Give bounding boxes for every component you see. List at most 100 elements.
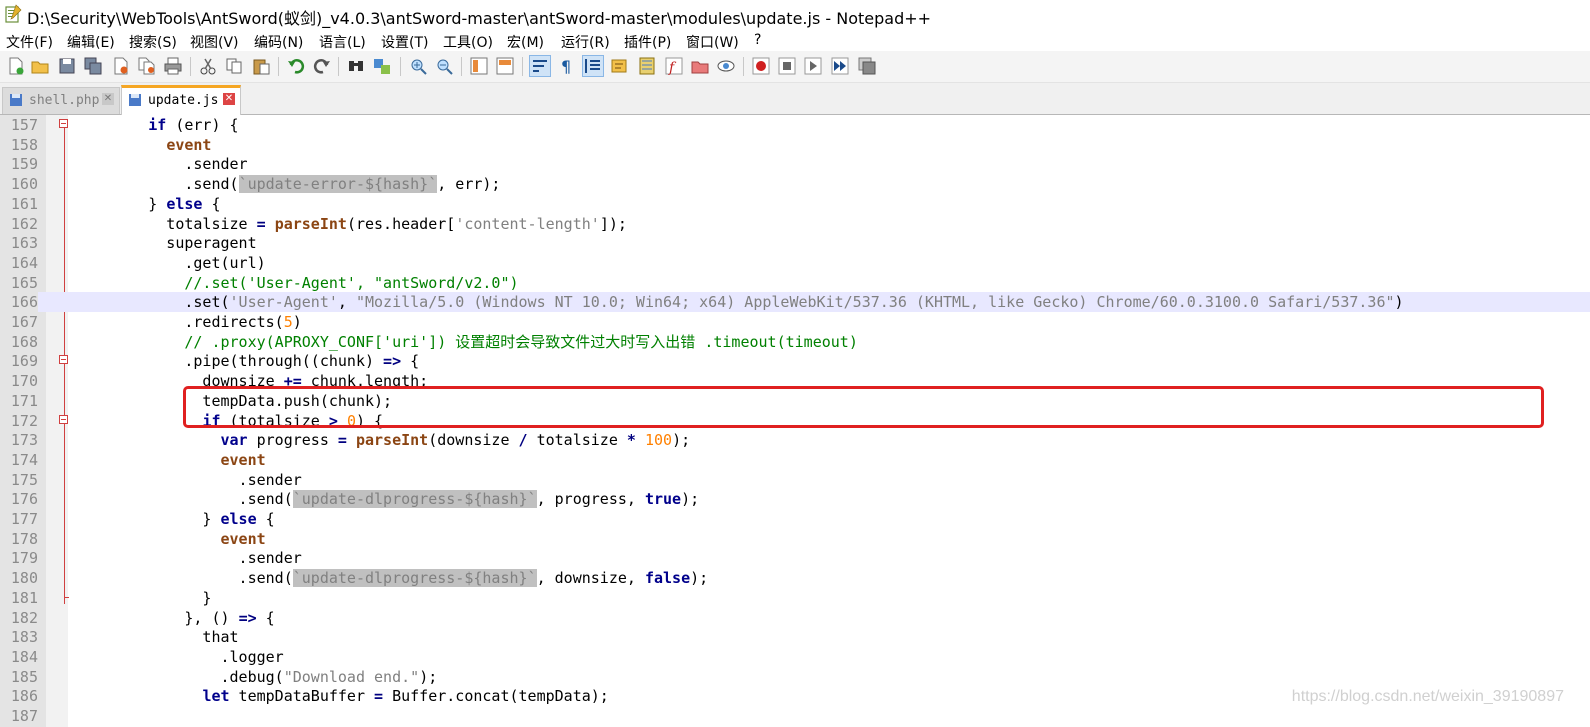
code-line[interactable]: 168 // .proxy(APROXY_CONF['uri']) 设置超时会导… [0, 332, 1590, 352]
code-line[interactable]: 180 .send(`update-dlprogress-${hash}`, d… [0, 568, 1590, 588]
code-text: .set('User-Agent', "Mozilla/5.0 (Windows… [76, 292, 1404, 312]
redo-icon[interactable] [312, 56, 332, 76]
code-line[interactable]: 182 }, () => { [0, 608, 1590, 628]
code-line[interactable]: 161 } else { [0, 194, 1590, 214]
code-token: tempDataBuffer [229, 687, 375, 706]
open-file-icon[interactable] [30, 56, 50, 76]
line-number: 176 [10, 490, 38, 509]
code-token: ) [1394, 293, 1404, 312]
code-token: (downsize [428, 431, 519, 450]
code-line[interactable]: 159 .sender [0, 154, 1590, 174]
code-token: (res.header[ [346, 214, 456, 233]
save-icon[interactable] [57, 56, 77, 76]
code-text: .send(`update-dlprogress-${hash}`, progr… [76, 489, 699, 509]
code-line[interactable]: 164 .get(url) [0, 253, 1590, 273]
monitoring-eye-icon[interactable] [716, 56, 736, 76]
code-line[interactable]: 175 .sender [0, 470, 1590, 490]
menu-encoding[interactable]: 编码(N) [254, 32, 303, 52]
code-line[interactable]: 178 event [0, 529, 1590, 549]
user-language-icon[interactable] [609, 56, 629, 76]
tab-update-js[interactable]: update.js ✕ [121, 85, 241, 115]
menu-tools[interactable]: 工具(O) [443, 32, 493, 52]
code-line[interactable]: 165 //.set('User-Agent', "antSword/v2.0"… [0, 273, 1590, 293]
code-line[interactable]: 187 [0, 706, 1590, 726]
record-macro-icon[interactable] [751, 56, 771, 76]
code-line[interactable]: 179 .sender [0, 548, 1590, 568]
menu-settings[interactable]: 设置(T) [381, 32, 428, 52]
code-line[interactable]: 163 superagent [0, 233, 1590, 253]
menu-plugins[interactable]: 插件(P) [624, 32, 671, 52]
play-macro-multiple-icon[interactable] [830, 56, 850, 76]
function-list-icon[interactable]: f [664, 56, 684, 76]
zoom-out-icon[interactable] [434, 56, 454, 76]
find-icon[interactable] [346, 56, 366, 76]
menu-edit[interactable]: 编辑(E) [67, 32, 115, 52]
code-text: } [76, 588, 211, 608]
indent-guide-icon[interactable] [582, 55, 604, 77]
menu-view[interactable]: 视图(V) [190, 32, 239, 52]
menu-macro[interactable]: 宏(M) [507, 32, 544, 52]
code-line[interactable]: 166 .set('User-Agent', "Mozilla/5.0 (Win… [0, 292, 1590, 313]
print-icon[interactable] [163, 56, 183, 76]
code-line[interactable]: 183 that [0, 627, 1590, 647]
close-tab-icon[interactable]: ✕ [223, 93, 235, 105]
folder-workspace-icon[interactable] [690, 56, 710, 76]
sync-vertical-icon[interactable] [469, 56, 489, 76]
cut-icon[interactable] [198, 56, 218, 76]
menu-search[interactable]: 搜索(S) [129, 32, 177, 52]
paste-icon[interactable] [251, 56, 271, 76]
code-line[interactable]: 162 totalsize = parseInt(res.header['con… [0, 214, 1590, 234]
code-line[interactable]: 157 if (err) { [0, 115, 1590, 135]
code-line[interactable]: 174 event [0, 450, 1590, 470]
menu-language[interactable]: 语言(L) [319, 32, 366, 52]
undo-icon[interactable] [286, 56, 306, 76]
code-line[interactable]: 176 .send(`update-dlprogress-${hash}`, p… [0, 489, 1590, 509]
code-token: , [337, 293, 356, 312]
save-all-icon[interactable] [83, 56, 103, 76]
zoom-in-icon[interactable] [408, 56, 428, 76]
show-all-characters-icon[interactable]: ¶ [556, 56, 576, 76]
code-line[interactable]: 158 event [0, 135, 1590, 155]
menu-run[interactable]: 运行(R) [561, 32, 610, 52]
code-line[interactable]: 167 .redirects(5) [0, 312, 1590, 332]
menu-file[interactable]: 文件(F) [6, 32, 53, 52]
code-token: totalsize [76, 214, 257, 233]
menu-window[interactable]: 窗口(W) [686, 32, 739, 52]
code-token: }, () [76, 608, 239, 627]
document-map-icon[interactable] [637, 56, 657, 76]
new-file-icon[interactable] [6, 56, 26, 76]
code-line[interactable]: 185 .debug("Download end."); [0, 667, 1590, 687]
sync-horizontal-icon[interactable] [495, 56, 515, 76]
line-number: 165 [10, 273, 38, 292]
fold-toggle-icon[interactable] [59, 355, 68, 365]
copy-icon[interactable] [224, 56, 244, 76]
fold-toggle-icon[interactable] [59, 414, 68, 424]
code-line[interactable]: 173 var progress = parseInt(downsize / t… [0, 430, 1590, 450]
close-file-icon[interactable] [111, 56, 131, 76]
menu-help[interactable]: ? [754, 32, 761, 48]
code-token: .redirects( [76, 313, 284, 331]
line-number: 177 [10, 510, 38, 528]
toolbar-separator [743, 57, 744, 76]
save-macro-icon[interactable] [857, 56, 877, 76]
code-token: 'content-length' [455, 214, 600, 233]
code-token: ); [681, 490, 700, 509]
play-macro-icon[interactable] [803, 56, 823, 76]
word-wrap-icon[interactable] [529, 55, 551, 77]
fold-toggle-icon[interactable] [59, 119, 68, 128]
code-editor[interactable]: 157 if (err) {158 event 159 .sender 160 .s… [0, 115, 1590, 727]
line-number: 178 [10, 529, 38, 548]
code-line[interactable]: 160 .send(`update-error-${hash}`, err); [0, 174, 1590, 194]
code-line[interactable]: 177 } else { [0, 509, 1590, 529]
code-line[interactable]: 181 } [0, 588, 1590, 608]
close-tab-icon[interactable]: ✕ [102, 93, 114, 105]
stop-macro-icon[interactable] [777, 56, 797, 76]
code-line[interactable]: 184 .logger [0, 647, 1590, 667]
close-all-icon[interactable] [137, 56, 157, 76]
replace-icon[interactable] [372, 56, 392, 76]
code-line[interactable]: 169 .pipe(through((chunk) => { [0, 351, 1590, 371]
tab-shell-php[interactable]: shell.php ✕ [2, 87, 120, 114]
code-token: .send( [76, 490, 293, 509]
code-text: totalsize = parseInt(res.header['content… [76, 214, 627, 234]
